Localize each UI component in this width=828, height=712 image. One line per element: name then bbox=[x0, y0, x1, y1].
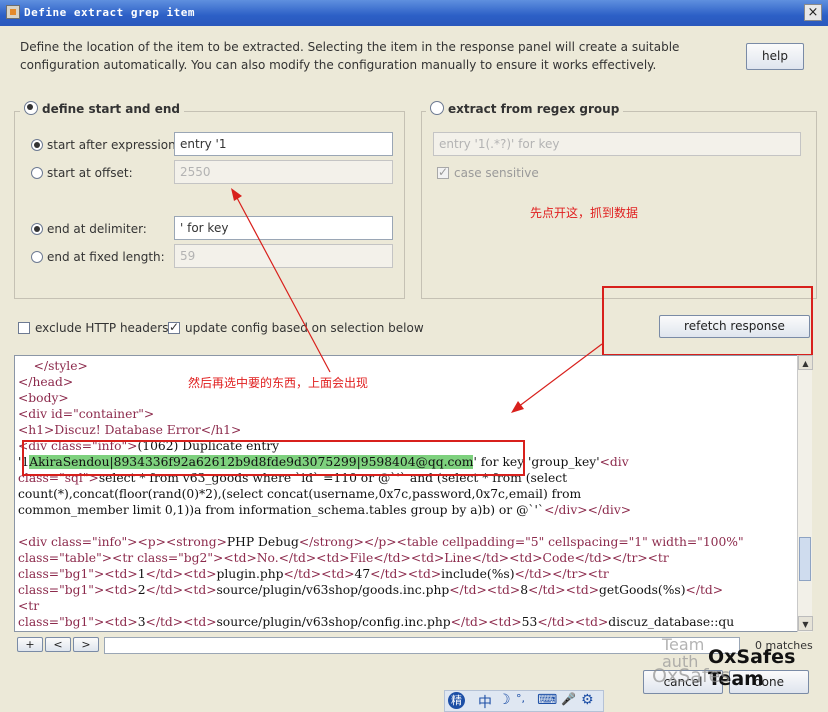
next-match-button[interactable]: > bbox=[73, 637, 99, 652]
ime-settings-icon[interactable]: ⚙ bbox=[581, 692, 594, 708]
arrow-head-icon bbox=[511, 401, 524, 413]
watermark: OxSafes bbox=[652, 665, 731, 687]
annotation-arrows bbox=[231, 188, 603, 413]
ime-keyboard-icon[interactable]: ⌨ bbox=[537, 692, 557, 708]
ime-mic-icon[interactable]: 🎤 bbox=[561, 692, 576, 706]
ime-toolbar[interactable]: 精 中 ☽ °, ⌨ 🎤 ⚙ bbox=[444, 690, 604, 712]
ime-punct-icon[interactable]: °, bbox=[516, 692, 525, 705]
add-search-button[interactable]: + bbox=[17, 637, 43, 652]
previous-match-button[interactable]: < bbox=[45, 637, 71, 652]
search-input[interactable] bbox=[104, 637, 740, 654]
ime-moon-icon[interactable]: ☽ bbox=[498, 692, 511, 708]
ime-chinese-icon[interactable]: 中 bbox=[478, 692, 492, 712]
arrow-to-selection bbox=[517, 343, 603, 408]
arrow-to-start-field bbox=[235, 195, 331, 373]
ime-logo-icon[interactable]: 精 bbox=[448, 692, 465, 709]
arrow-head-icon bbox=[231, 188, 242, 201]
